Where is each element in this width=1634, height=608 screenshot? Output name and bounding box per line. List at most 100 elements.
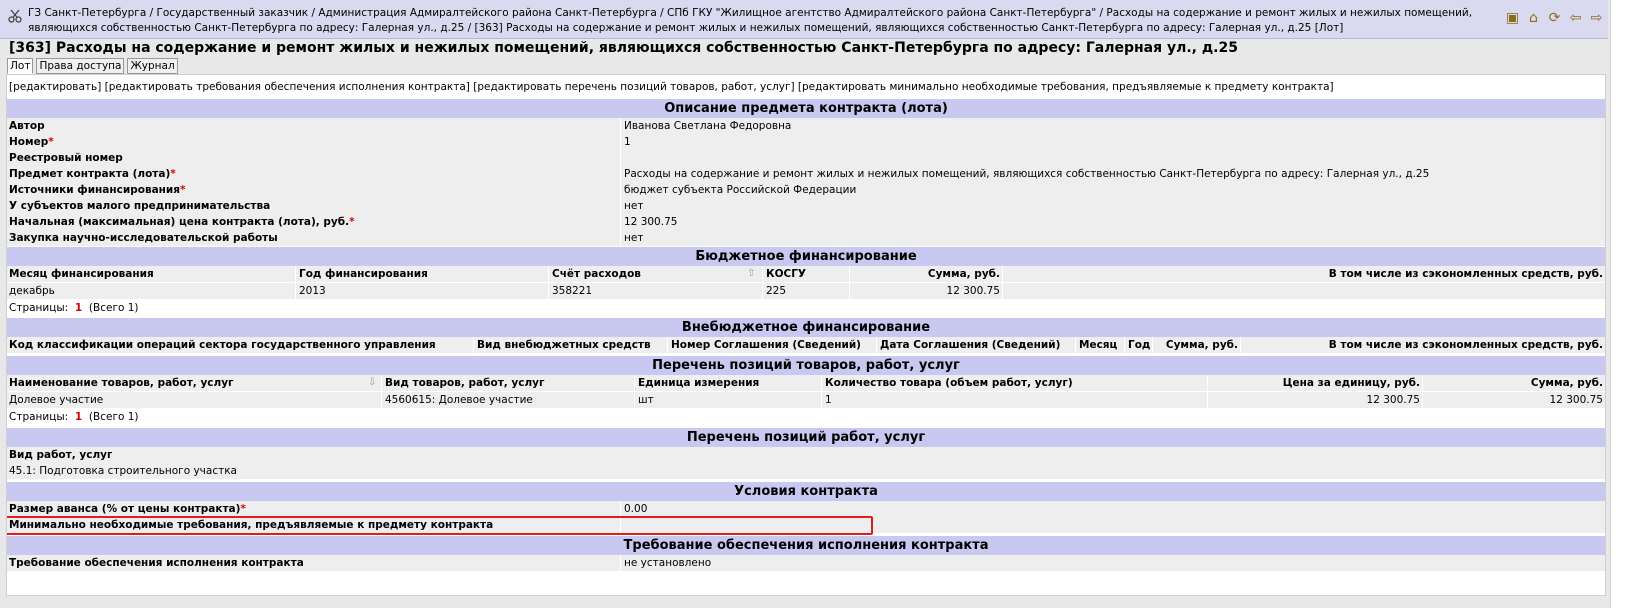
field-value: Расходы на содержание и ремонт жилых и н… <box>620 166 1429 182</box>
page: ГЗ Санкт-Петербурга / Государственный за… <box>0 0 1610 608</box>
table-header-row: Месяц финансирования Год финансирования … <box>7 266 1605 283</box>
field-label: Размер аванса (% от цены контракта)* <box>9 503 246 515</box>
column-header[interactable]: Год финансирования <box>295 266 428 282</box>
field-label: У субъектов малого предпринимательства <box>9 200 271 212</box>
column-header[interactable]: Счёт расходов <box>548 266 762 282</box>
column-header[interactable]: Вид товаров, работ, услуг <box>381 375 545 391</box>
tab-access-rights[interactable]: Права доступа <box>36 58 125 74</box>
table-cell: 45.1: Подготовка строительного участка <box>9 465 237 477</box>
field-row: Закупка научно-исследовательской работы … <box>7 230 1605 247</box>
edit-link[interactable]: [редактировать] <box>9 81 101 93</box>
breadcrumb-current: [363] Расходы на содержание и ремонт жил… <box>474 22 1344 34</box>
sort-up-icon[interactable]: ⇧ <box>747 266 755 282</box>
table-cell: 225 <box>762 283 786 299</box>
field-row: У субъектов малого предпринимательства н… <box>7 198 1605 215</box>
column-header[interactable]: Номер Соглашения (Сведений) <box>667 337 861 353</box>
field-label: Закупка научно-исследовательской работы <box>9 232 278 244</box>
field-label: Требование обеспечения исполнения контра… <box>9 557 304 569</box>
home-icon[interactable]: ⌂ <box>1525 9 1542 26</box>
column-header[interactable]: Цена за единицу, руб. <box>1207 375 1420 391</box>
catalog-icon[interactable]: ▣ <box>1504 9 1521 26</box>
section-header-goods: Перечень позиций товаров, работ, услуг <box>7 356 1605 375</box>
column-header[interactable]: Код классификации операций сектора госуд… <box>9 337 436 353</box>
edit-minimum-requirements-link[interactable]: [редактировать минимально необходимые тр… <box>798 81 1334 93</box>
table-cell: 2013 <box>295 283 326 299</box>
section-header-conditions: Условия контракта <box>7 482 1605 501</box>
column-header[interactable]: Сумма, руб. <box>1422 375 1603 391</box>
breadcrumb-link[interactable]: Государственный заказчик <box>156 7 308 19</box>
column-header[interactable]: Дата Соглашения (Сведений) <box>876 337 1060 353</box>
pagination-total: (Всего 1) <box>88 302 139 314</box>
page-number[interactable]: 1 <box>75 302 82 314</box>
field-value: 1 <box>620 134 631 150</box>
table-cell: 12 300.75 <box>849 283 1000 299</box>
tab-journal[interactable]: Журнал <box>127 58 178 74</box>
field-row: Предмет контракта (лота)* Расходы на сод… <box>7 166 1605 183</box>
section-header-works: Перечень позиций работ, услуг <box>7 428 1605 447</box>
field-value <box>620 517 624 533</box>
table-cell <box>1002 283 1603 299</box>
column-header: Вид работ, услуг <box>9 449 113 461</box>
section-header-description: Описание предмета контракта (лота) <box>7 99 1605 118</box>
table-row: декабрь 2013 358221 225 12 300.75 <box>7 283 1605 300</box>
column-header[interactable]: В том числе из сэкономленных средств, ру… <box>1240 337 1603 353</box>
field-value: нет <box>620 230 643 246</box>
column-header[interactable]: Месяц финансирования <box>9 266 154 282</box>
column-header[interactable]: Сумма, руб. <box>1152 337 1238 353</box>
field-value: Иванова Светлана Федоровна <box>620 118 791 134</box>
table-cell: 12 300.75 <box>1207 392 1420 408</box>
section-header-security: Требование обеспечения исполнения контра… <box>7 536 1605 555</box>
page-title: [363] Расходы на содержание и ремонт жил… <box>9 40 1238 56</box>
breadcrumb-bar: ГЗ Санкт-Петербурга / Государственный за… <box>0 0 1608 39</box>
section-header-offbudget: Внебюджетное финансирование <box>7 318 1605 337</box>
pagination-label: Страницы: <box>9 411 69 423</box>
column-header[interactable]: Сумма, руб. <box>849 266 1000 282</box>
column-header[interactable]: Единица измерения <box>634 375 759 391</box>
pagination-label: Страницы: <box>9 302 69 314</box>
table-cell: 1 <box>821 392 832 408</box>
column-header[interactable]: Наименование товаров, работ, услуг <box>9 375 379 391</box>
scrollbar[interactable] <box>1610 0 1634 608</box>
column-header[interactable]: В том числе из сэкономленных средств, ру… <box>1002 266 1603 282</box>
field-value: бюджет субъекта Российской Федерации <box>620 182 856 198</box>
lot-panel: [редактировать] [редактировать требовани… <box>6 74 1606 596</box>
field-label: Предмет контракта (лота)* <box>9 168 176 180</box>
column-header[interactable]: Год <box>1124 337 1150 353</box>
field-value: 0.00 <box>620 501 647 517</box>
table-cell: 12 300.75 <box>1422 392 1603 408</box>
edit-security-requirements-link[interactable]: [редактировать требования обеспечения ис… <box>105 81 470 93</box>
field-row: Требование обеспечения исполнения контра… <box>7 555 1605 572</box>
field-row: Реестровый номер <box>7 150 1605 167</box>
column-header[interactable]: Месяц <box>1075 337 1117 353</box>
field-label: Номер* <box>9 136 54 148</box>
edit-goods-list-link[interactable]: [редактировать перечень позиций товаров,… <box>473 81 794 93</box>
field-label: Начальная (максимальная) цена контракта … <box>9 216 355 228</box>
action-links: [редактировать] [редактировать требовани… <box>9 81 1334 93</box>
column-header[interactable]: Вид внебюджетных средств <box>473 337 651 353</box>
breadcrumb-separator: / <box>146 7 157 19</box>
column-header[interactable]: Количество товара (объем работ, услуг) <box>821 375 1073 391</box>
required-marker: * <box>180 184 186 196</box>
field-row: Размер аванса (% от цены контракта)* 0.0… <box>7 501 1605 518</box>
required-marker: * <box>240 503 246 515</box>
breadcrumb-link[interactable]: Администрация Адмиралтейского района Сан… <box>318 7 656 19</box>
breadcrumb-link[interactable]: ГЗ Санкт-Петербурга <box>28 7 146 19</box>
breadcrumb-link[interactable]: СПб ГКУ "Жилищное агентство Адмиралтейск… <box>667 7 1096 19</box>
forward-arrow-icon[interactable]: ⇨ <box>1588 9 1605 26</box>
field-row: Номер* 1 <box>7 134 1605 151</box>
page-number[interactable]: 1 <box>75 411 82 423</box>
breadcrumb-separator: / <box>308 7 319 19</box>
field-row: Автор Иванова Светлана Федоровна <box>7 118 1605 135</box>
back-arrow-icon[interactable]: ⇦ <box>1567 9 1584 26</box>
refresh-icon[interactable]: ⟳ <box>1546 9 1563 26</box>
breadcrumb-separator: / <box>464 22 475 34</box>
table-row: 45.1: Подготовка строительного участка <box>7 463 1605 480</box>
column-header[interactable]: КОСГУ <box>762 266 806 282</box>
table-header-row: Вид работ, услуг <box>7 447 1605 464</box>
toolbar: ▣ ⌂ ⟳ ⇦ ⇨ <box>1504 9 1605 26</box>
required-marker: * <box>170 168 176 180</box>
pagination-total: (Всего 1) <box>88 411 139 423</box>
sort-down-icon[interactable]: ⇩ <box>368 375 376 391</box>
field-value: 12 300.75 <box>620 214 677 230</box>
tab-lot[interactable]: Лот <box>7 58 34 74</box>
